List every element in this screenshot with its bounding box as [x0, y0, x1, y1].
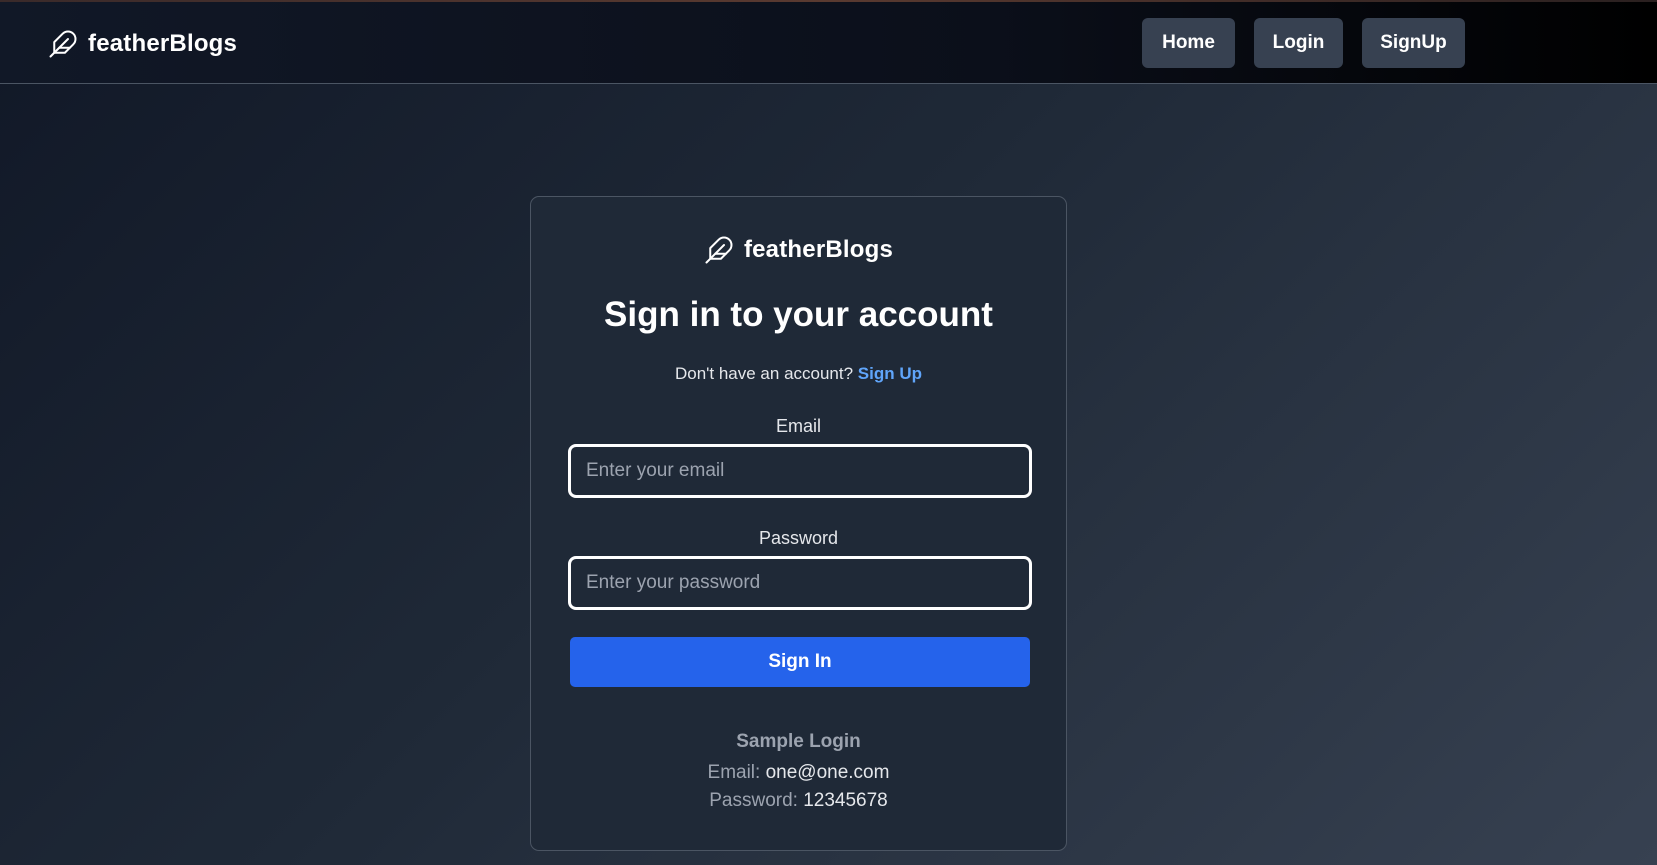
signup-link[interactable]: Sign Up [858, 364, 922, 383]
signup-prompt-text: Don't have an account? [674, 364, 854, 383]
sample-login: Sample Login Email: one@one.com Password… [531, 731, 1066, 815]
sample-email-value: one@one.com [765, 762, 890, 783]
home-button[interactable]: Home [1142, 18, 1235, 68]
nav-buttons: Home Login SignUp [1142, 18, 1465, 68]
feather-icon [48, 29, 78, 59]
sample-password-label: Password: [709, 790, 798, 811]
email-label: Email [775, 416, 821, 436]
navbar-brand[interactable]: featherBlogs [48, 26, 237, 62]
sample-email-line: Email: one@one.com [531, 759, 1066, 787]
login-button[interactable]: Login [1254, 18, 1343, 68]
password-field[interactable] [568, 556, 1032, 610]
card-brand: featherBlogs [531, 235, 1066, 265]
password-label: Password [758, 528, 839, 548]
card-brand-name: featherBlogs [743, 236, 894, 263]
sample-password-value: 12345678 [803, 790, 888, 811]
sign-in-button[interactable]: Sign In [570, 637, 1030, 687]
sample-login-title: Sample Login [736, 731, 861, 752]
sample-password-line: Password: 12345678 [531, 787, 1066, 815]
signin-card: featherBlogs Sign in to your account Don… [530, 196, 1067, 851]
signup-prompt: Don't have an account? Sign Up [531, 364, 1066, 384]
signup-button[interactable]: SignUp [1362, 18, 1465, 68]
navbar: featherBlogs Home Login SignUp [0, 2, 1657, 84]
brand-name: featherBlogs [88, 30, 238, 57]
email-field[interactable] [568, 444, 1032, 498]
sample-email-label: Email: [707, 762, 761, 783]
feather-icon [704, 235, 734, 265]
page-title: Sign in to your account [604, 295, 993, 334]
